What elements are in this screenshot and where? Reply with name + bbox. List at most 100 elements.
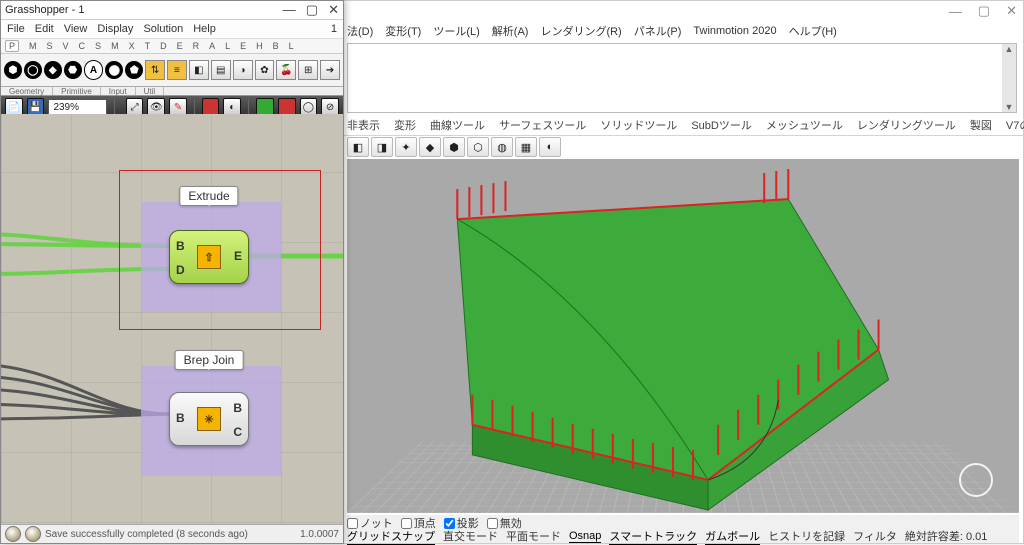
menu-display[interactable]: Display <box>97 23 133 35</box>
toolbar-tab[interactable]: メッシュツール <box>766 117 843 133</box>
zoom-input[interactable]: 239% <box>48 99 106 115</box>
scroll-up-icon[interactable]: ▲ <box>1005 44 1014 54</box>
scroll-down-icon[interactable]: ▼ <box>1005 102 1014 112</box>
port-breps-in[interactable]: B <box>176 411 185 425</box>
close-icon[interactable]: ✕ <box>328 2 339 18</box>
util-icon[interactable]: ➔ <box>320 60 340 80</box>
tab[interactable]: L <box>225 41 230 51</box>
port-extrusion[interactable]: E <box>234 249 242 263</box>
input-icon[interactable]: ⇅ <box>145 60 165 80</box>
menu-edit[interactable]: Edit <box>35 23 54 35</box>
viewport[interactable] <box>347 159 1019 513</box>
tool-icon[interactable]: ⬢ <box>443 137 465 157</box>
tool-icon[interactable]: ◐ <box>539 137 561 157</box>
menu-item[interactable]: ヘルプ(H) <box>789 23 837 39</box>
menu-item[interactable]: レンダリング(R) <box>540 23 621 39</box>
menu-item[interactable]: 解析(A) <box>492 23 529 39</box>
param-icon[interactable]: ⬟ <box>125 61 143 79</box>
tool-icon[interactable]: ▦ <box>515 137 537 157</box>
util-icon[interactable]: ✿ <box>255 60 275 80</box>
param-icon[interactable]: ◆ <box>44 61 62 79</box>
toolbar-tab[interactable]: SubDツール <box>691 117 752 133</box>
tool-icon[interactable]: ◆ <box>419 137 441 157</box>
status-osnap[interactable]: Osnap <box>569 530 601 543</box>
toolbar-tab[interactable]: 非表示 <box>347 117 380 133</box>
toolbar-tab[interactable]: サーフェスツール <box>499 117 586 133</box>
util-icon[interactable]: ⊞ <box>298 60 318 80</box>
scrollbar[interactable]: ▲▼ <box>1002 44 1016 112</box>
param-icon[interactable]: ◯ <box>24 61 42 79</box>
autosave-icon[interactable] <box>5 526 21 542</box>
close-icon[interactable]: ✕ <box>1006 3 1017 19</box>
toolbar-tab[interactable]: V7の新機能 <box>1006 117 1024 133</box>
port-direction[interactable]: D <box>176 263 185 277</box>
tab[interactable]: D <box>160 41 167 51</box>
component-brepjoin[interactable]: B B C ✳ <box>169 392 249 446</box>
input-icon[interactable]: ◧ <box>189 60 209 80</box>
menu-item[interactable]: パネル(P) <box>634 23 682 39</box>
toolbar-tab[interactable]: ソリッドツール <box>600 117 677 133</box>
param-icon[interactable]: A <box>84 60 104 80</box>
toolbar-tab[interactable]: 製図 <box>970 117 992 133</box>
menu-item[interactable]: 変形(T) <box>385 23 421 39</box>
tab[interactable]: S <box>95 41 101 51</box>
port-breps-out[interactable]: B <box>233 401 242 415</box>
port-base[interactable]: B <box>176 239 185 253</box>
command-area[interactable]: ▲▼ <box>347 43 1017 113</box>
menu-view[interactable]: View <box>64 23 88 35</box>
port-closed[interactable]: C <box>233 425 242 439</box>
tab[interactable]: C <box>79 41 86 51</box>
param-icon[interactable]: ⬣ <box>64 61 82 79</box>
tab[interactable]: E <box>240 41 246 51</box>
input-icon[interactable]: ◑ <box>233 60 253 80</box>
tab[interactable]: A <box>209 41 215 51</box>
tool-icon[interactable]: ◍ <box>491 137 513 157</box>
status-history[interactable]: ヒストリを記録 <box>768 528 845 544</box>
tool-icon[interactable]: ◧ <box>347 137 369 157</box>
menu-item[interactable]: Twinmotion 2020 <box>693 25 776 37</box>
tab[interactable]: R <box>193 41 200 51</box>
menu-item[interactable]: ツール(L) <box>433 23 479 39</box>
minimize-icon[interactable]: — <box>949 4 962 19</box>
maximize-icon[interactable]: ▢ <box>306 2 318 18</box>
status-planar[interactable]: 平面モード <box>506 528 561 544</box>
maximize-icon[interactable]: ▢ <box>978 3 990 19</box>
tool-icon[interactable]: ◨ <box>371 137 393 157</box>
status-gumball[interactable]: ガムボール <box>705 528 760 545</box>
tab[interactable]: E <box>177 41 183 51</box>
tab[interactable]: H <box>256 41 263 51</box>
param-icon[interactable]: ⬢ <box>4 61 22 79</box>
menu-item[interactable]: 法(D) <box>347 23 373 39</box>
tab[interactable]: V <box>63 41 69 51</box>
tab[interactable]: B <box>273 41 279 51</box>
tab[interactable]: T <box>145 41 151 51</box>
toolbar-tab[interactable]: 曲線ツール <box>430 117 485 133</box>
component-extrude[interactable]: B D E ⇧ <box>169 230 249 284</box>
tab[interactable]: S <box>47 41 53 51</box>
util-icon[interactable]: 🍒 <box>276 60 296 80</box>
status-smarttrack[interactable]: スマートトラック <box>609 528 697 545</box>
status-ortho[interactable]: 直交モード <box>443 528 498 544</box>
tool-icon[interactable]: ⬡ <box>467 137 489 157</box>
input-icon[interactable]: ≡ <box>167 60 187 80</box>
tab[interactable]: X <box>129 41 135 51</box>
tab[interactable]: M <box>29 41 37 51</box>
gh-titlebar[interactable]: Grasshopper - 1 — ▢ ✕ <box>1 1 343 20</box>
menu-help[interactable]: Help <box>193 23 216 35</box>
param-icon[interactable]: ⬤ <box>105 61 123 79</box>
gh-canvas[interactable]: Extrude B D E ⇧ Brep Join B B C ✳ <box>1 114 343 523</box>
menu-file[interactable]: File <box>7 23 25 35</box>
tab[interactable]: M <box>111 41 119 51</box>
toolbar-tab[interactable]: レンダリングツール <box>857 117 956 133</box>
tool-icon[interactable]: ✦ <box>395 137 417 157</box>
menu-solution[interactable]: Solution <box>143 23 183 35</box>
minimize-icon[interactable]: — <box>283 2 296 18</box>
input-icon[interactable]: ▤ <box>211 60 231 80</box>
tab[interactable]: L <box>289 41 294 51</box>
nav-widget-icon[interactable] <box>959 463 993 497</box>
status-filter[interactable]: フィルタ <box>853 528 897 544</box>
tab-params[interactable]: P <box>5 40 19 52</box>
mru-icon[interactable] <box>25 526 41 542</box>
toolbar-tab[interactable]: 変形 <box>394 117 416 133</box>
status-gridsnap[interactable]: グリッドスナップ <box>347 528 435 545</box>
